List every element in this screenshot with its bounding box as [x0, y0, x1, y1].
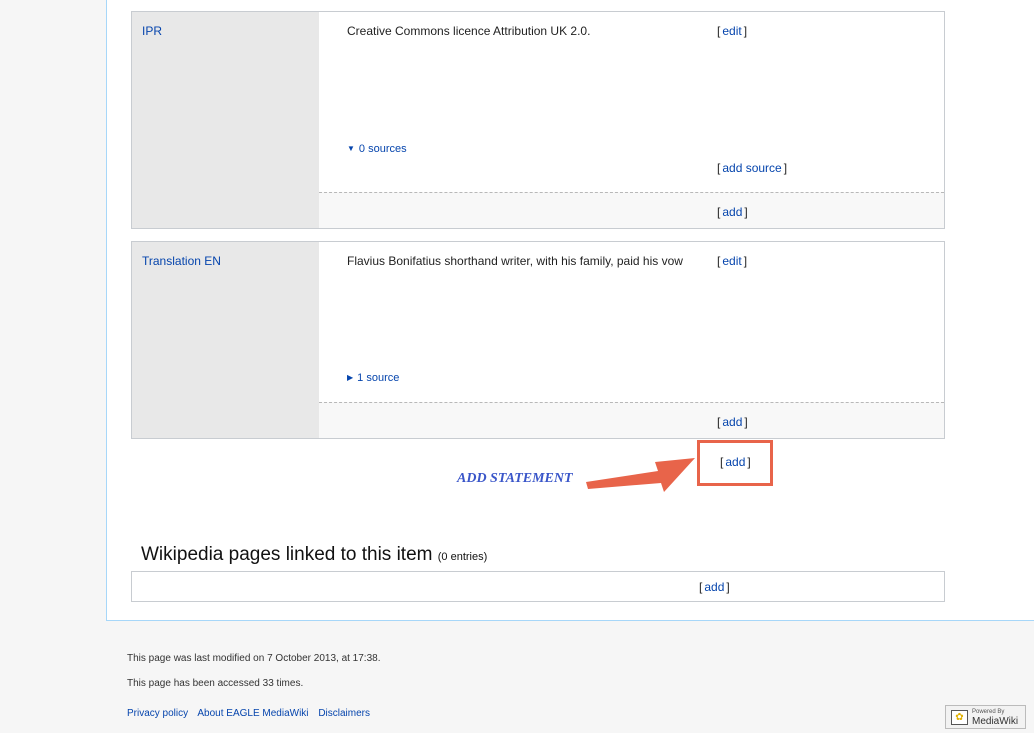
add-value-wrapper: [add] — [717, 415, 748, 429]
statement-ipr: IPR Creative Commons licence Attribution… — [131, 11, 945, 229]
sitelinks-heading: Wikipedia pages linked to this item (0 e… — [141, 544, 487, 566]
add-value-row: [add] — [319, 192, 944, 228]
sitelinks-heading-text: Wikipedia pages linked to this item — [141, 544, 433, 565]
property-column: Translation EN — [132, 242, 319, 438]
statement-value: Flavius Bonifatius shorthand writer, wit… — [347, 254, 683, 268]
powered-by-label: Powered By — [972, 708, 1005, 715]
about-link[interactable]: About EAGLE MediaWiki — [197, 708, 308, 719]
arrow-shape — [586, 458, 695, 492]
sitelinks-box: [add] — [131, 571, 945, 602]
add-statement-highlight: [add] — [697, 440, 773, 486]
sources-toggle[interactable]: ▶ 1 source — [347, 372, 399, 384]
property-link-translation-en[interactable]: Translation EN — [142, 254, 221, 268]
add-statement-link[interactable]: add — [723, 455, 747, 469]
privacy-policy-link[interactable]: Privacy policy — [127, 708, 188, 719]
footer-last-modified: This page was last modified on 7 October… — [127, 653, 381, 664]
annotation-arrow-icon — [586, 458, 695, 492]
statement-translation-en: Translation EN Flavius Bonifatius shorth… — [131, 241, 945, 439]
triangle-right-icon: ▶ — [347, 373, 354, 382]
sources-toggle[interactable]: ▼ 0 sources — [347, 143, 407, 155]
add-value-link[interactable]: add — [720, 205, 744, 219]
sources-label: 0 sources — [358, 143, 407, 155]
powered-text: Powered By MediaWiki — [972, 708, 1018, 727]
add-source-wrapper: [add source] — [717, 161, 788, 175]
sources-label: 1 source — [357, 372, 400, 384]
edit-link-wrapper: [edit] — [717, 254, 748, 268]
sitelinks-count: (0 entries) — [437, 551, 488, 563]
triangle-down-icon: ▼ — [347, 144, 355, 153]
edit-link-wrapper: [edit] — [717, 24, 748, 38]
footer-accessed: This page has been accessed 33 times. — [127, 678, 304, 689]
add-value-row: [add] — [319, 402, 944, 438]
add-value-link[interactable]: add — [720, 415, 744, 429]
mediawiki-flower-icon: ✿ — [951, 709, 968, 725]
mediawiki-label: MediaWiki — [972, 715, 1019, 727]
edit-link[interactable]: edit — [720, 254, 743, 268]
property-column: IPR — [132, 12, 319, 228]
footer-links: Privacy policy About EAGLE MediaWiki Dis… — [127, 708, 377, 719]
add-value-wrapper: [add] — [717, 205, 748, 219]
statement-value: Creative Commons licence Attribution UK … — [347, 24, 591, 38]
add-statement-wrapper: [add] — [720, 455, 751, 469]
add-source-link[interactable]: add source — [720, 161, 783, 175]
add-sitelink-link[interactable]: add — [702, 580, 726, 594]
disclaimers-link[interactable]: Disclaimers — [318, 708, 370, 719]
powered-by-mediawiki-badge[interactable]: ✿ Powered By MediaWiki — [945, 705, 1026, 729]
add-sitelink-wrapper: [add] — [699, 580, 730, 594]
edit-link[interactable]: edit — [720, 24, 743, 38]
property-link-ipr[interactable]: IPR — [142, 24, 162, 38]
add-statement-annotation: ADD STATEMENT — [457, 471, 573, 486]
